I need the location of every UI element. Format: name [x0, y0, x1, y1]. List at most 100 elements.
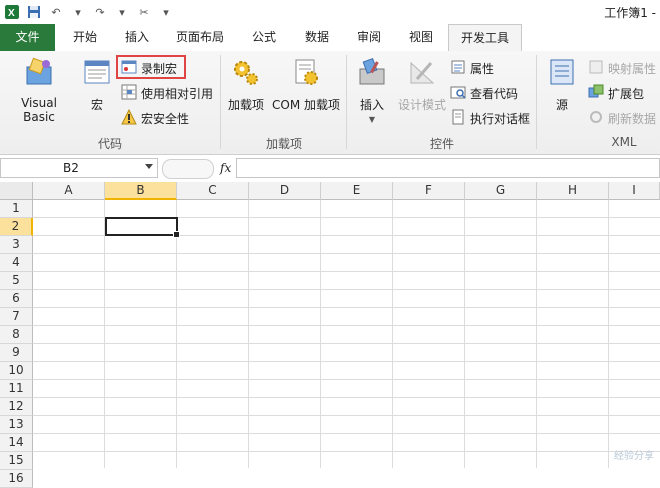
toolbox-icon — [352, 57, 392, 90]
add-ins-button[interactable]: 加载项 — [226, 57, 266, 113]
row-header-13[interactable]: 13 — [0, 416, 33, 434]
redo-icon[interactable]: ↷ — [92, 4, 108, 20]
insert-function-button[interactable]: fx — [220, 161, 231, 175]
name-box-dropdown-icon[interactable] — [145, 164, 153, 169]
expansion-packs-label: 扩展包 — [608, 86, 645, 101]
tab-view[interactable]: 视图 — [398, 24, 444, 51]
save-icon[interactable] — [26, 4, 42, 20]
view-code-button[interactable]: 查看代码 — [450, 83, 518, 103]
row-header-2[interactable]: 2 — [0, 218, 33, 236]
cell-area[interactable] — [33, 200, 660, 468]
properties-icon — [450, 59, 466, 78]
tab-review[interactable]: 审阅 — [346, 24, 392, 51]
row-header-7[interactable]: 7 — [0, 308, 33, 326]
group-label-xml: XML — [611, 135, 637, 149]
tab-developer[interactable]: 开发工具 — [448, 24, 522, 52]
visual-basic-button[interactable]: Visual Basic — [4, 57, 74, 124]
title-bar: X ↶ ▾ ↷ ▾ ✂ ▾ 工作簿1 - — [0, 0, 660, 24]
undo-icon[interactable]: ↶ — [48, 4, 64, 20]
redo-dropdown-icon[interactable]: ▾ — [114, 4, 130, 20]
row-header-14[interactable]: 14 — [0, 434, 33, 452]
active-cell[interactable] — [105, 217, 180, 238]
group-label-controls: 控件 — [429, 137, 454, 151]
tab-insert[interactable]: 插入 — [113, 24, 161, 51]
column-header-c[interactable]: C — [177, 182, 249, 200]
row-header-4[interactable]: 4 — [0, 254, 33, 272]
row-header-11[interactable]: 11 — [0, 380, 33, 398]
run-dialog-button[interactable]: 执行对话框 — [450, 108, 530, 128]
view-code-icon — [450, 84, 466, 103]
xml-source-icon — [542, 57, 582, 90]
column-header-b[interactable]: B — [105, 182, 177, 200]
undo-dropdown-icon[interactable]: ▾ — [70, 4, 86, 20]
record-macro-highlight — [116, 55, 186, 79]
fill-handle[interactable] — [173, 231, 180, 238]
ribbon-tabs: 文件 开始 插入 页面布局 公式 数据 审阅 视图 开发工具 — [0, 24, 660, 52]
formula-input[interactable] — [236, 158, 660, 178]
visual-basic-icon — [4, 57, 74, 90]
column-header-a[interactable]: A — [33, 182, 105, 200]
com-add-ins-button[interactable]: COM 加载项 — [270, 57, 342, 113]
row-header-8[interactable]: 8 — [0, 326, 33, 344]
row-header-16[interactable]: 16 — [0, 470, 33, 488]
design-mode-button[interactable]: 设计模式 — [396, 57, 448, 113]
properties-label: 属性 — [470, 61, 495, 76]
row-header-3[interactable]: 3 — [0, 236, 33, 254]
formula-bar: B2 fx — [0, 158, 660, 180]
quick-access-toolbar: X ↶ ▾ ↷ ▾ ✂ ▾ — [4, 3, 174, 21]
row-header-15[interactable]: 15 — [0, 452, 33, 470]
refresh-data-label: 刷新数据 — [608, 111, 657, 126]
ribbon: Visual Basic 宏 录制宏 使用相对引用 宏安全性 代码 加载项 CO… — [0, 51, 660, 155]
group-divider — [536, 55, 537, 149]
warning-icon — [121, 108, 137, 128]
macro-security-button[interactable]: 宏安全性 — [121, 108, 189, 128]
group-divider — [346, 55, 347, 149]
tab-data[interactable]: 数据 — [294, 24, 340, 51]
worksheet-grid: A B C D E F G H I 1 2 3 4 5 6 7 8 9 10 1… — [0, 182, 660, 488]
macro-security-label: 宏安全性 — [141, 111, 190, 126]
column-header-i[interactable]: I — [609, 182, 660, 200]
run-dialog-icon — [450, 109, 466, 128]
macros-icon — [80, 57, 114, 90]
row-header-10[interactable]: 10 — [0, 362, 33, 380]
use-relative-references-button[interactable]: 使用相对引用 — [121, 83, 213, 103]
column-header-h[interactable]: H — [537, 182, 609, 200]
group-label-add-ins: 加载项 — [265, 137, 302, 151]
refresh-data-button[interactable]: 刷新数据 — [588, 108, 656, 128]
row-header-6[interactable]: 6 — [0, 290, 33, 308]
refresh-icon — [588, 109, 604, 128]
visual-basic-label: Visual Basic — [21, 96, 57, 124]
expansion-packs-icon — [588, 84, 604, 103]
tab-file[interactable]: 文件 — [0, 24, 55, 51]
select-all-button[interactable] — [0, 182, 33, 200]
macros-button[interactable]: 宏 — [80, 57, 114, 113]
column-header-f[interactable]: F — [393, 182, 465, 200]
column-header-g[interactable]: G — [465, 182, 537, 200]
map-properties-label: 映射属性 — [608, 61, 657, 76]
tab-page-layout[interactable]: 页面布局 — [166, 24, 234, 51]
insert-control-button[interactable]: 插入 ▼ — [352, 57, 392, 124]
chevron-down-icon: ▼ — [368, 115, 376, 124]
xml-source-label: 源 — [555, 98, 568, 112]
row-header-5[interactable]: 5 — [0, 272, 33, 290]
column-header-e[interactable]: E — [321, 182, 393, 200]
row-header-9[interactable]: 9 — [0, 344, 33, 362]
row-header-12[interactable]: 12 — [0, 398, 33, 416]
xml-source-button[interactable]: 源 — [542, 57, 582, 113]
excel-logo-icon[interactable]: X — [4, 4, 20, 20]
row-header-1[interactable]: 1 — [0, 200, 33, 218]
tab-formulas[interactable]: 公式 — [240, 24, 288, 51]
formula-bar-resize-handle[interactable] — [162, 159, 214, 179]
tab-home[interactable]: 开始 — [60, 24, 110, 51]
customize-dropdown-icon[interactable]: ▾ — [158, 4, 174, 20]
map-properties-button[interactable]: 映射属性 — [588, 58, 656, 78]
column-header-d[interactable]: D — [249, 182, 321, 200]
expansion-packs-button[interactable]: 扩展包 — [588, 83, 644, 103]
insert-control-label: 插入 — [359, 98, 384, 112]
view-code-label: 查看代码 — [470, 86, 519, 101]
customize-icon[interactable]: ✂ — [136, 4, 152, 20]
relative-references-label: 使用相对引用 — [141, 86, 214, 101]
com-add-ins-icon — [270, 57, 342, 90]
properties-button[interactable]: 属性 — [450, 58, 494, 78]
name-box[interactable]: B2 — [0, 158, 158, 178]
